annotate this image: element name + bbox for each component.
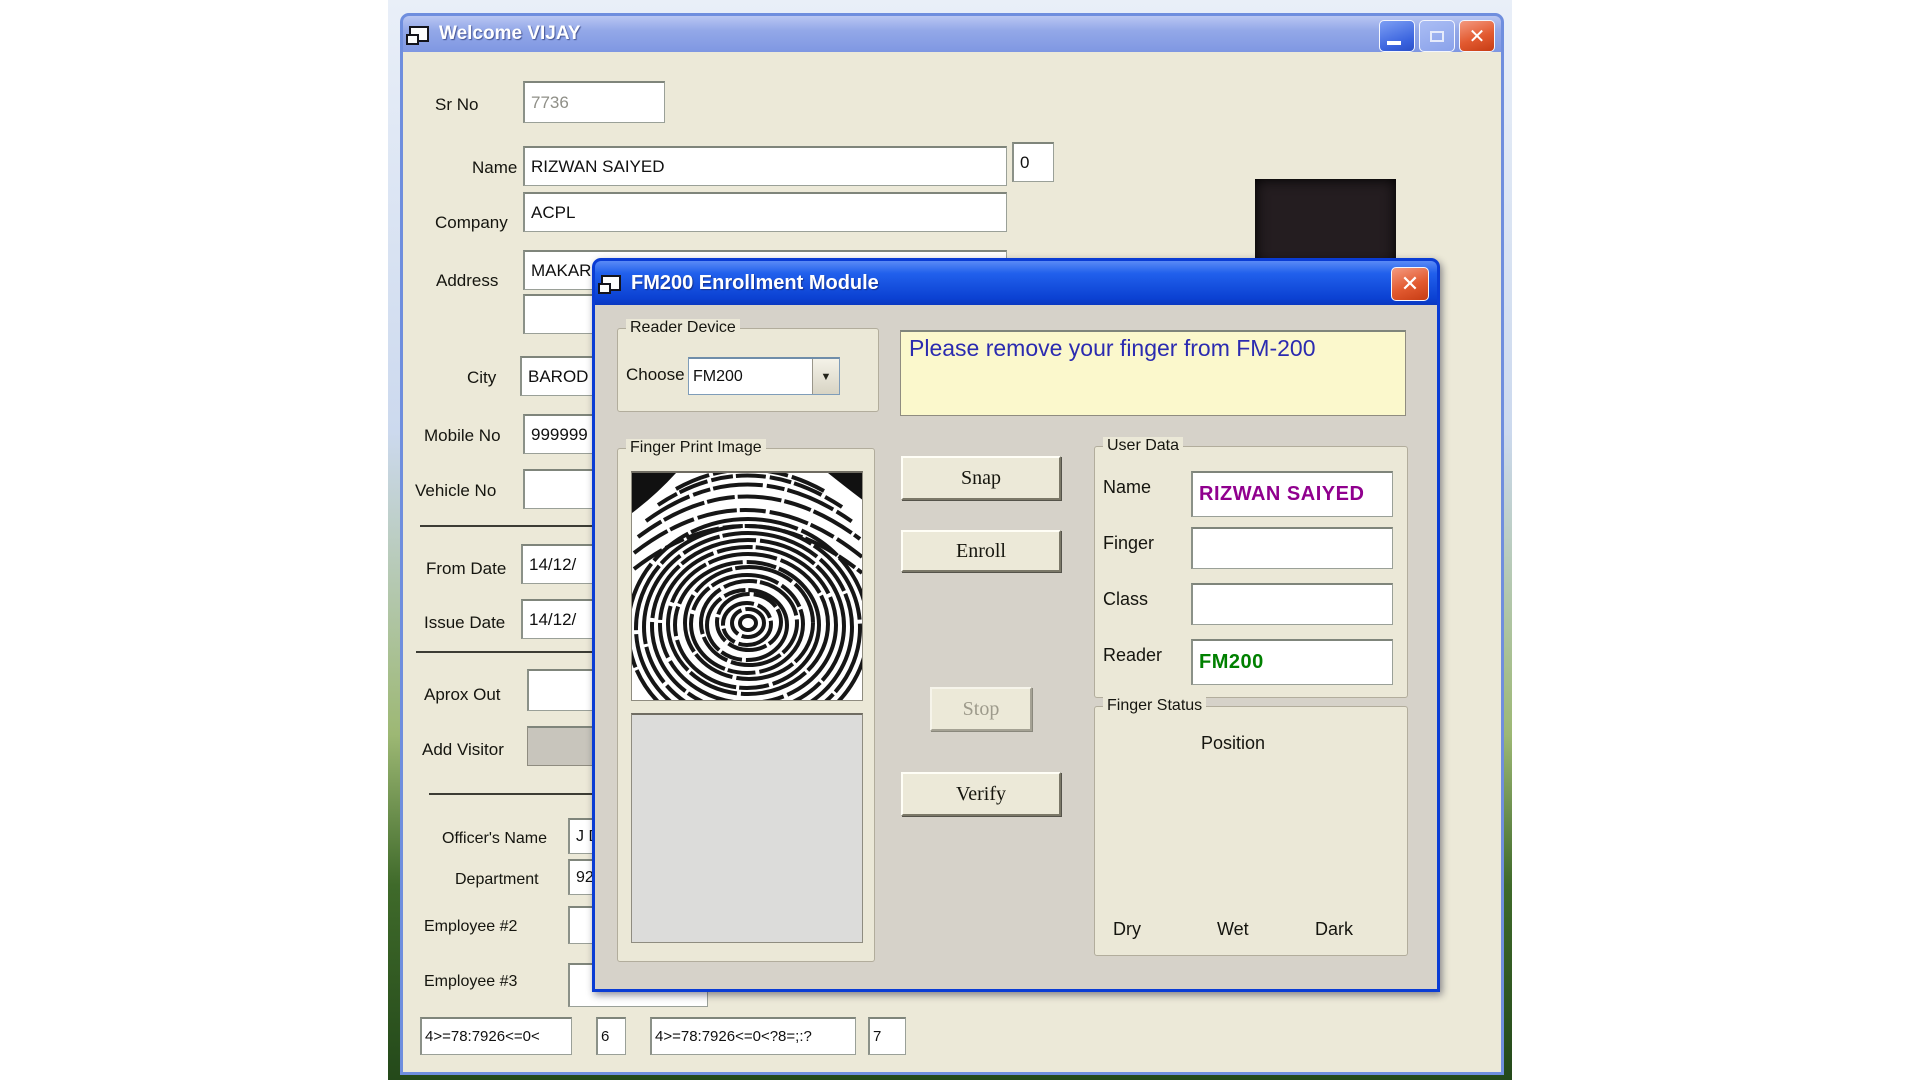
employee-2-label: Employee #2 bbox=[424, 918, 517, 936]
user-class-label: Class bbox=[1103, 589, 1148, 610]
choose-label: Choose bbox=[626, 365, 685, 385]
user-finger-label: Finger bbox=[1103, 533, 1154, 554]
verify-button[interactable]: Verify bbox=[901, 772, 1061, 816]
reader-select[interactable]: FM200 ▼ bbox=[688, 357, 840, 395]
reader-device-group: Reader Device Choose FM200 ▼ bbox=[617, 328, 879, 412]
finger-status-group-label: Finger Status bbox=[1103, 697, 1206, 715]
issue-date-label: Issue Date bbox=[424, 613, 505, 633]
welcome-titlebar[interactable]: Welcome VIJAY ✕ bbox=[403, 16, 1501, 52]
company-label: Company bbox=[435, 213, 508, 233]
enrollment-client-area: Reader Device Choose FM200 ▼ Please remo… bbox=[595, 305, 1437, 989]
user-finger-field[interactable] bbox=[1191, 527, 1393, 569]
enrollment-window: FM200 Enrollment Module ✕ Reader Device … bbox=[592, 258, 1440, 992]
wet-label: Wet bbox=[1217, 919, 1249, 940]
sr-no-field[interactable]: 7736 bbox=[523, 81, 665, 123]
from-date-label: From Date bbox=[426, 559, 506, 579]
aprox-out-label: Aprox Out bbox=[424, 685, 501, 705]
snap-button[interactable]: Snap bbox=[901, 456, 1061, 500]
reader-device-group-label: Reader Device bbox=[626, 319, 740, 337]
status-code-field-2[interactable]: 4>=78:7926<=0<?8=;:? bbox=[650, 1017, 856, 1055]
vehicle-no-label: Vehicle No bbox=[415, 481, 496, 501]
status-code-field-1[interactable]: 4>=78:7926<=0< bbox=[420, 1017, 572, 1055]
status-message-panel: Please remove your finger from FM-200 bbox=[900, 330, 1406, 416]
position-label: Position bbox=[1201, 733, 1265, 754]
user-data-group: User Data Name RIZWAN SAIYED Finger Clas… bbox=[1094, 446, 1408, 698]
fingerprint-group-label: Finger Print Image bbox=[626, 439, 766, 457]
minimize-icon[interactable] bbox=[1379, 20, 1415, 52]
enrollment-titlebar[interactable]: FM200 Enrollment Module ✕ bbox=[595, 261, 1437, 305]
form-icon bbox=[601, 275, 621, 291]
name-label: Name bbox=[472, 158, 517, 178]
department-label: Department bbox=[455, 871, 539, 889]
city-label: City bbox=[467, 368, 496, 388]
chevron-down-icon[interactable]: ▼ bbox=[812, 359, 839, 394]
enrollment-window-title: FM200 Enrollment Module bbox=[631, 272, 879, 295]
maximize-icon[interactable] bbox=[1419, 20, 1455, 52]
name-flag-field[interactable]: 0 bbox=[1012, 142, 1054, 182]
user-name-field[interactable]: RIZWAN SAIYED bbox=[1191, 471, 1393, 517]
dark-label: Dark bbox=[1315, 919, 1353, 940]
dry-label: Dry bbox=[1113, 919, 1141, 940]
name-field[interactable]: RIZWAN SAIYED bbox=[523, 146, 1007, 186]
visitor-photo bbox=[1255, 179, 1396, 267]
employee-3-label: Employee #3 bbox=[424, 973, 517, 991]
fingerprint-image bbox=[631, 471, 863, 701]
user-data-group-label: User Data bbox=[1103, 437, 1183, 455]
close-icon[interactable]: ✕ bbox=[1391, 267, 1429, 301]
stop-button[interactable]: Stop bbox=[930, 687, 1032, 731]
company-field[interactable]: ACPL bbox=[523, 192, 1007, 232]
screen: Welcome VIJAY ✕ Sr No 7736 Name RIZWAN S… bbox=[0, 0, 1920, 1080]
fingerprint-svg bbox=[632, 473, 863, 701]
officers-name-label: Officer's Name bbox=[442, 830, 547, 848]
user-name-label: Name bbox=[1103, 477, 1151, 498]
fingerprint-preview-empty bbox=[631, 713, 863, 943]
mobile-no-label: Mobile No bbox=[424, 426, 501, 446]
reader-select-value: FM200 bbox=[689, 368, 812, 386]
close-icon[interactable]: ✕ bbox=[1459, 20, 1495, 52]
sr-no-label: Sr No bbox=[435, 95, 478, 115]
add-visitor-label: Add Visitor bbox=[422, 740, 504, 760]
welcome-window-title: Welcome VIJAY bbox=[439, 23, 581, 45]
address-label: Address bbox=[436, 271, 498, 291]
status-count-field-2[interactable]: 7 bbox=[868, 1017, 906, 1055]
enroll-button[interactable]: Enroll bbox=[901, 530, 1061, 572]
user-reader-label: Reader bbox=[1103, 645, 1162, 666]
user-class-field[interactable] bbox=[1191, 583, 1393, 625]
finger-status-group: Finger Status Position Dry Wet Dark bbox=[1094, 706, 1408, 956]
fingerprint-group: Finger Print Image bbox=[617, 448, 875, 962]
status-count-field-1[interactable]: 6 bbox=[596, 1017, 626, 1055]
form-icon bbox=[409, 26, 429, 42]
user-reader-field[interactable]: FM200 bbox=[1191, 639, 1393, 685]
